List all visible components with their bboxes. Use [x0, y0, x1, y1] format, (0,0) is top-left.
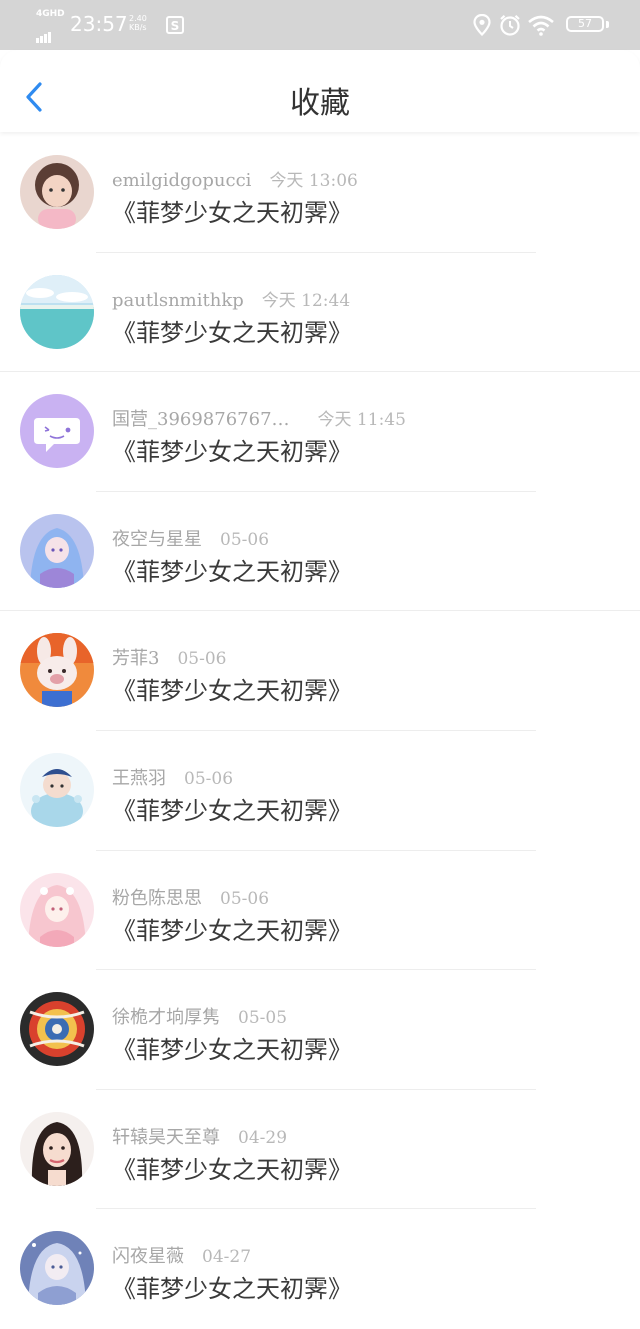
battery-level: 57 — [578, 17, 592, 30]
wifi-icon — [528, 15, 554, 36]
item-content: 《菲梦少女之天初霁》 — [112, 1155, 352, 1184]
list-item[interactable]: 芳菲3 05-06 《菲梦少女之天初霁》 — [0, 611, 640, 731]
avatar[interactable] — [20, 992, 94, 1067]
timestamp: 04-29 — [238, 1127, 288, 1148]
list-item[interactable]: 粉色陈思思 05-06 《菲梦少女之天初霁》 — [0, 851, 640, 971]
list-item[interactable]: 闪夜星薇 04-27 《菲梦少女之天初霁》 — [0, 1209, 640, 1329]
list-item[interactable]: 徐桅才垧厚隽 05-05 《菲梦少女之天初霁》 — [0, 970, 640, 1090]
list-item[interactable]: 王燕羽 05-06 《菲梦少女之天初霁》 — [0, 731, 640, 851]
item-content: 《菲梦少女之天初霁》 — [112, 557, 352, 586]
item-meta: 闪夜星薇 04-27 — [112, 1242, 251, 1268]
avatar[interactable] — [20, 752, 94, 827]
item-content: 《菲梦少女之天初霁》 — [112, 1036, 352, 1065]
network-speed-unit: KB/s — [129, 23, 147, 32]
item-content: 《菲梦少女之天初霁》 — [112, 438, 352, 467]
timestamp: 05-06 — [220, 888, 270, 909]
avatar[interactable] — [20, 1231, 94, 1306]
item-content: 《菲梦少女之天初霁》 — [112, 318, 352, 347]
timestamp: 今天 12:44 — [261, 290, 351, 311]
list-item[interactable]: 夜空与星星 05-06 《菲梦少女之天初霁》 — [0, 492, 640, 612]
timestamp: 今天 13:06 — [269, 171, 358, 191]
timestamp: 今天 11:45 — [317, 410, 406, 431]
user-name: 夜空与星星 — [112, 528, 202, 550]
timestamp: 04-27 — [202, 1247, 252, 1268]
alarm-icon — [500, 14, 520, 36]
status-bar: 4GHD 23:57 2.40 KB/s S 57 — [0, 0, 640, 50]
timestamp: 05-06 — [184, 768, 234, 789]
item-meta: 粉色陈思思 05-06 — [112, 884, 269, 910]
timestamp: 05-06 — [177, 649, 227, 670]
timestamp: 05-05 — [238, 1008, 288, 1029]
battery-icon: 57 — [566, 16, 604, 32]
item-content: 《菲梦少女之天初霁》 — [112, 677, 352, 706]
item-meta: emilgidgopucci 今天 13:06 — [112, 166, 358, 191]
list-item[interactable]: pautlsnmithkp 今天 12:44 《菲梦少女之天初霁》 — [0, 253, 640, 373]
avatar[interactable] — [20, 633, 94, 708]
user-name: emilgidgopucci — [112, 170, 252, 191]
item-meta: 王燕羽 05-06 — [112, 764, 233, 790]
list-item[interactable]: 轩辕昊天至尊 04-29 《菲梦少女之天初霁》 — [0, 1090, 640, 1210]
avatar[interactable] — [20, 155, 94, 229]
item-content: 《菲梦少女之天初霁》 — [112, 199, 352, 227]
user-name: 轩辕昊天至尊 — [112, 1126, 220, 1148]
avatar[interactable] — [20, 274, 94, 349]
user-name: 国营_3969876767… — [112, 409, 290, 431]
avatar[interactable] — [20, 394, 94, 469]
signal-icon: 4GHD — [34, 9, 65, 43]
avatar[interactable] — [20, 872, 94, 947]
user-name: 芳菲3 — [112, 648, 160, 670]
location-icon — [473, 14, 491, 36]
app-notification-icon: S — [166, 16, 184, 34]
item-meta: 轩辕昊天至尊 04-29 — [112, 1123, 287, 1149]
page-title: 收藏 — [290, 86, 350, 121]
svg-text:S: S — [171, 19, 180, 33]
user-name: 闪夜星薇 — [112, 1246, 184, 1268]
network-type-label: 4GHD — [36, 9, 65, 19]
avatar[interactable] — [20, 513, 94, 588]
item-meta: 夜空与星星 05-06 — [112, 525, 269, 551]
item-content: 《菲梦少女之天初霁》 — [112, 796, 352, 825]
item-content: 《菲梦少女之天初霁》 — [112, 916, 352, 945]
item-content: 《菲梦少女之天初霁》 — [112, 1275, 352, 1304]
favorites-list: emilgidgopucci 今天 13:06 《菲梦少女之天初霁》 pautls… — [0, 133, 640, 1329]
item-meta: 芳菲3 05-06 — [112, 644, 226, 670]
network-speed: 2.40 KB/s — [129, 14, 147, 32]
timestamp: 05-06 — [220, 529, 270, 550]
user-name: 粉色陈思思 — [112, 887, 202, 909]
navigation-bar: 收藏 — [0, 50, 640, 132]
clock: 23:57 — [70, 12, 128, 36]
list-item[interactable]: emilgidgopucci 今天 13:06 《菲梦少女之天初霁》 — [0, 133, 640, 253]
item-meta: 徐桅才垧厚隽 05-05 — [112, 1003, 287, 1029]
battery-tip — [606, 21, 609, 28]
item-meta: pautlsnmithkp 今天 12:44 — [112, 286, 350, 311]
network-speed-value: 2.40 — [129, 14, 147, 23]
list-item[interactable]: 国营_3969876767… 今天 11:45 《菲梦少女之天初霁》 — [0, 372, 640, 492]
user-name: pautlsnmithkp — [112, 289, 244, 311]
avatar[interactable] — [20, 1111, 94, 1186]
user-name: 徐桅才垧厚隽 — [112, 1007, 220, 1029]
user-name: 王燕羽 — [112, 767, 166, 789]
item-meta: 国营_3969876767… 今天 11:45 — [112, 405, 406, 431]
